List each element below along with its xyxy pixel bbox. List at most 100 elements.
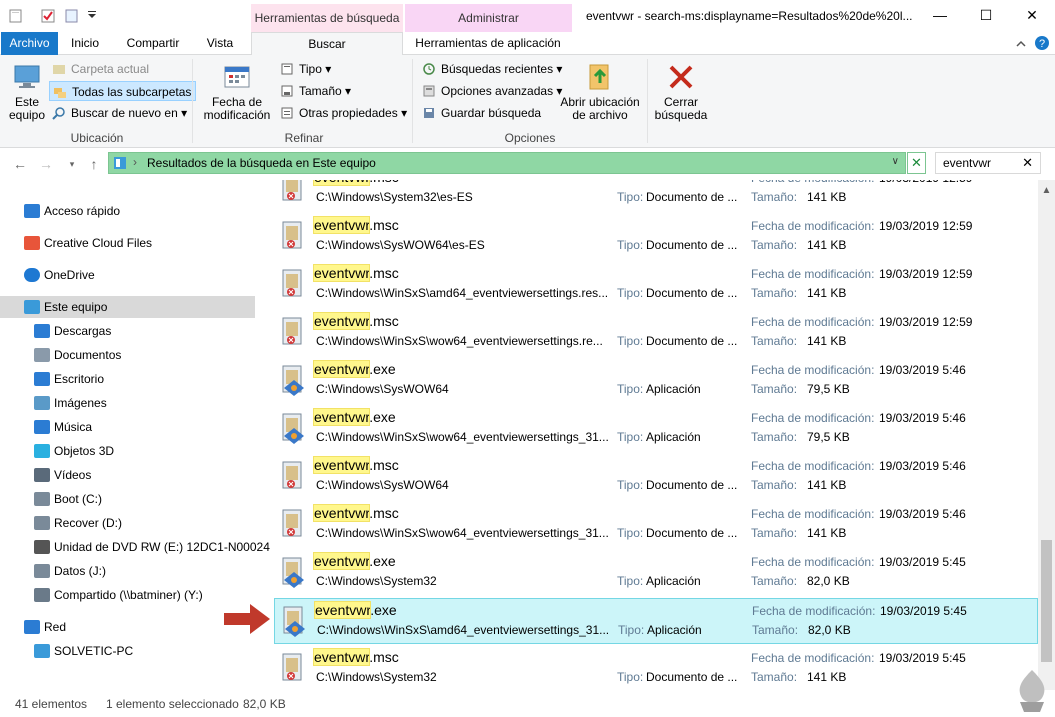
cerrar-busqueda-button[interactable]: Cerrar búsqueda xyxy=(651,61,711,122)
nav-item[interactable]: Objetos 3D xyxy=(0,440,262,462)
result-name: eventvwr.msc xyxy=(312,648,399,666)
tab-buscar[interactable]: Buscar xyxy=(251,32,403,56)
nav-item[interactable]: Datos (J:) xyxy=(0,560,262,582)
address-bar[interactable]: › Resultados de la búsqueda en Este equi… xyxy=(108,152,906,174)
este-equipo-button[interactable]: Este equipo xyxy=(6,61,48,122)
result-row[interactable]: eventvwr.msc C:\Windows\WinSxS\amd64_even… xyxy=(274,262,1038,308)
music-icon xyxy=(34,420,50,434)
tab-inicio[interactable]: Inicio xyxy=(62,32,108,55)
tamano-button[interactable]: Tamaño ▾ xyxy=(277,81,351,101)
msc-document-icon xyxy=(282,461,302,489)
close-search-button[interactable]: ✕ xyxy=(907,152,926,174)
todas-subcarpetas-button[interactable]: Todas las subcarpetas xyxy=(49,81,197,101)
result-name: eventvwr.exe xyxy=(312,552,396,570)
result-ext: .msc xyxy=(369,265,399,281)
result-row[interactable]: eventvwr.msc C:\Windows\SysWOW64\es-ES Tip… xyxy=(274,214,1038,260)
result-row[interactable]: eventvwr.exe C:\Windows\SysWOW64 Tipo: Apli… xyxy=(274,358,1038,404)
result-row[interactable]: eventvwr.exe C:\Windows\WinSxS\amd64_even… xyxy=(274,598,1038,644)
nav-item[interactable]: Este equipo xyxy=(0,296,255,318)
nav-item[interactable]: Vídeos xyxy=(0,464,262,486)
minimize-button[interactable]: — xyxy=(917,0,963,32)
download-icon xyxy=(34,324,50,338)
nav-item[interactable]: Documentos xyxy=(0,344,262,366)
abrir-ubicacion-button[interactable]: Abrir ubicación de archivo xyxy=(558,61,642,122)
chevron-down-icon[interactable]: ∨ xyxy=(892,156,899,167)
result-type: Aplicación xyxy=(646,430,701,444)
nav-item[interactable]: Música xyxy=(0,416,262,438)
tab-archivo[interactable]: Archivo xyxy=(1,32,58,55)
creative-cloud-icon xyxy=(24,236,40,250)
nav-item[interactable]: OneDrive xyxy=(0,264,262,286)
fecha-modificacion-button[interactable]: Fecha de modificación xyxy=(197,61,277,122)
carpeta-actual-button[interactable]: Carpeta actual xyxy=(49,59,149,79)
opciones-avanzadas-button[interactable]: Opciones avanzadas ▾ xyxy=(419,81,562,101)
result-size-key: Tamaño: xyxy=(751,670,798,684)
result-row[interactable]: eventvwr.msc C:\Windows\System32\es-ES Tip… xyxy=(274,180,1038,212)
dropdown-arrow-icon: ▾ xyxy=(345,84,352,98)
result-date: 19/03/2019 12:59 xyxy=(879,180,972,185)
help-icon[interactable]: ? xyxy=(1034,35,1050,51)
result-row[interactable]: eventvwr.msc C:\Windows\SysWOW64 Tipo: Docu… xyxy=(274,454,1038,500)
este-equipo-label-2: equipo xyxy=(8,108,46,122)
folder-icon[interactable] xyxy=(8,8,24,24)
buscar-nuevo-button[interactable]: Buscar de nuevo en ▾ xyxy=(49,103,187,123)
busquedas-recientes-button[interactable]: Búsquedas recientes ▾ xyxy=(419,59,562,79)
result-name-match: eventvwr xyxy=(312,648,371,666)
result-size-key: Tamaño: xyxy=(751,430,798,444)
close-button[interactable]: ✕ xyxy=(1009,0,1055,32)
nav-item[interactable]: Descargas xyxy=(0,320,262,342)
nav-item[interactable]: Creative Cloud Files xyxy=(0,232,262,254)
chevron-up-icon[interactable] xyxy=(1015,38,1027,50)
customize-qa-icon[interactable] xyxy=(84,8,100,24)
scroll-up-button[interactable]: ▲ xyxy=(1038,182,1055,199)
dvd-icon xyxy=(34,540,50,554)
tab-compartir[interactable]: Compartir xyxy=(117,32,189,55)
result-size: 141 KB xyxy=(807,238,847,252)
up-button[interactable]: ↑ xyxy=(84,153,104,175)
nav-item[interactable]: SOLVETIC-PC xyxy=(0,640,262,662)
result-date: 19/03/2019 5:46 xyxy=(879,507,966,521)
nav-item[interactable]: Recover (D:) xyxy=(0,512,262,534)
nav-item[interactable]: Imágenes xyxy=(0,392,262,414)
nav-item[interactable]: Acceso rápido xyxy=(0,200,262,222)
result-ext: .exe xyxy=(369,409,396,425)
result-date: 19/03/2019 5:45 xyxy=(879,651,966,665)
result-ext: .msc xyxy=(369,313,399,329)
nav-item[interactable]: Escritorio xyxy=(0,368,262,390)
scrollbar[interactable]: ▲ xyxy=(1038,180,1055,690)
nav-item-label: Boot (C:) xyxy=(54,492,103,506)
recent-locations-button[interactable]: ▾ xyxy=(62,153,82,175)
result-date: 19/03/2019 5:46 xyxy=(879,459,966,473)
ribbon-separator xyxy=(192,59,193,143)
result-row[interactable]: eventvwr.exe C:\Windows\WinSxS\wow64_even… xyxy=(274,406,1038,452)
result-name: eventvwr.msc xyxy=(312,264,399,282)
result-row[interactable]: eventvwr.msc C:\Windows\WinSxS\wow64_even… xyxy=(274,502,1038,548)
otras-propiedades-button[interactable]: Otras propiedades ▾ xyxy=(277,103,407,123)
clear-search-icon[interactable]: ✕ xyxy=(1022,155,1033,171)
result-row[interactable]: eventvwr.msc C:\Windows\WinSxS\wow64_even… xyxy=(274,310,1038,356)
forward-button[interactable]: → xyxy=(36,153,56,175)
properties-icon[interactable] xyxy=(40,8,56,24)
guardar-busqueda-button[interactable]: Guardar búsqueda xyxy=(419,103,541,123)
open-location-icon xyxy=(589,64,609,90)
result-name: eventvwr.msc xyxy=(312,216,399,234)
maximize-button[interactable]: ☐ xyxy=(963,0,1009,32)
result-type-key: Tipo: xyxy=(617,670,644,684)
nav-item[interactable]: Boot (C:) xyxy=(0,488,262,510)
tab-herramientas-aplicacion[interactable]: Herramientas de aplicación xyxy=(412,32,564,55)
ribbon-separator xyxy=(647,59,648,143)
result-row[interactable]: eventvwr.msc C:\Windows\System32 Tipo: Docu… xyxy=(274,646,1038,690)
search-input[interactable]: eventvwr ✕ xyxy=(935,152,1041,174)
back-button[interactable]: ← xyxy=(10,153,30,175)
network-icon xyxy=(24,620,40,634)
results-list: eventvwr.mscC:\Windows\System32\es-ESTip… xyxy=(272,180,1038,690)
properties-icon xyxy=(281,107,293,119)
result-row[interactable]: eventvwr.exe C:\Windows\System32 Tipo: Apli… xyxy=(274,550,1038,596)
new-folder-icon[interactable] xyxy=(64,8,80,24)
scrollbar-thumb[interactable] xyxy=(1041,540,1052,662)
tipo-button[interactable]: Tipo ▾ xyxy=(277,59,331,79)
result-type-key: Tipo: xyxy=(617,430,644,444)
nav-item[interactable]: Unidad de DVD RW (E:) 12DC1-N00024 xyxy=(0,536,270,558)
fecha-label-2: modificación xyxy=(203,108,271,122)
tab-vista[interactable]: Vista xyxy=(196,32,244,55)
